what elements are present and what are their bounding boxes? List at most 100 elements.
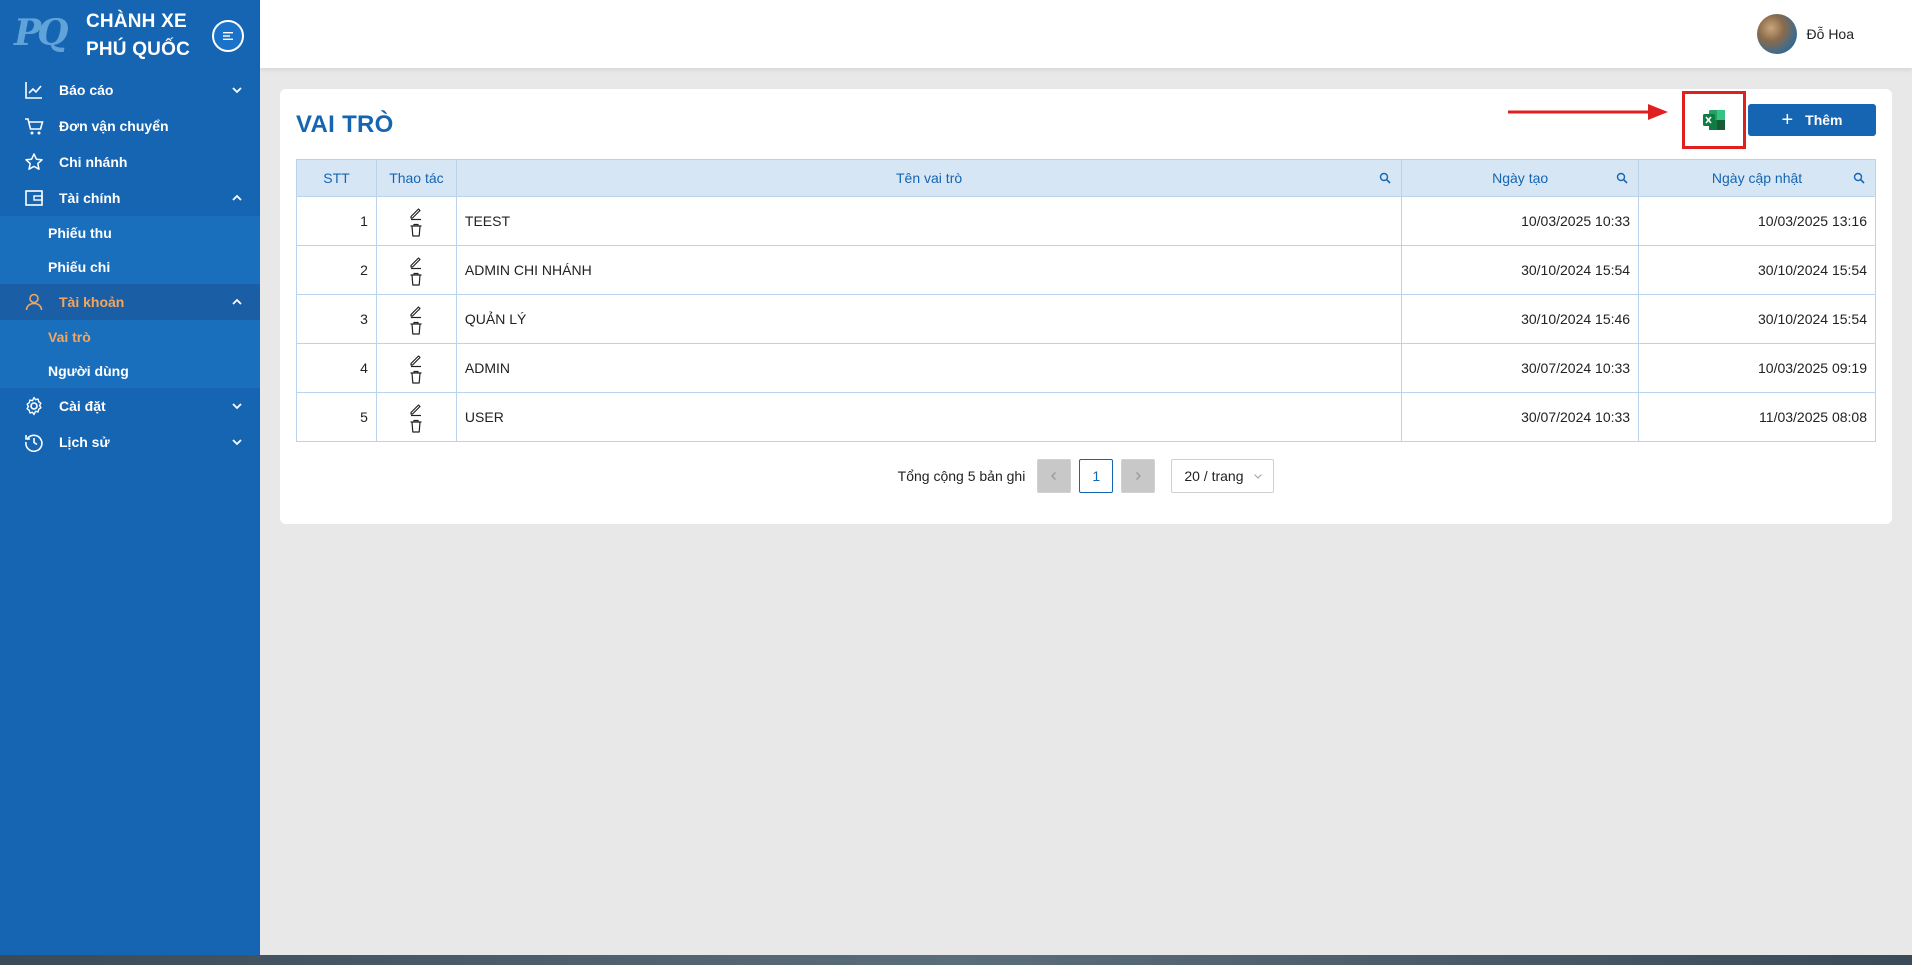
table-row: 3 QUẢN LÝ 30/10/2024 15:46 30/10/2024 15:54 [296, 294, 1876, 344]
brand-title: CHÀNH XE PHÚ QUỐC [86, 11, 190, 60]
edit-icon[interactable] [408, 254, 424, 270]
plus-icon: + [1781, 109, 1794, 131]
cell-stt: 2 [296, 245, 377, 295]
user-icon [24, 292, 44, 312]
page-size-select[interactable]: 20 / trang [1171, 459, 1275, 493]
chart-line-icon [24, 80, 44, 100]
roles-table: STT Thao tác Tên vai trò Ngày tạo Ngày c… [296, 159, 1876, 442]
excel-export-icon[interactable] [1702, 109, 1726, 131]
table-row: 1 TEEST 10/03/2025 10:33 10/03/2025 13:16 [296, 196, 1876, 246]
sidebar-item-don-van-chuyen[interactable]: Đơn vận chuyển [0, 108, 260, 144]
cell-role-name: ADMIN CHI NHÁNH [455, 245, 1403, 295]
cart-icon [24, 116, 44, 136]
cell-actions [375, 294, 457, 344]
chevron-left-icon [1051, 472, 1057, 480]
sidebar: PQ CHÀNH XE PHÚ QUỐC Báo cáo Đơn vận chu… [0, 0, 260, 955]
next-page-button[interactable] [1121, 459, 1156, 493]
top-header: Đỗ Hoa [260, 0, 1912, 68]
cell-updated: 30/10/2024 15:54 [1638, 245, 1876, 295]
sidebar-item-cai-dat[interactable]: Cài đặt [0, 388, 260, 424]
submenu-tai-khoan: Vai trò Người dùng [0, 320, 260, 388]
avatar[interactable] [1756, 14, 1797, 54]
chevron-right-icon [1136, 472, 1142, 480]
cell-role-name: USER [455, 392, 1403, 442]
col-header-stt: STT [296, 159, 377, 197]
search-icon[interactable] [1616, 172, 1628, 184]
export-excel-highlight [1682, 91, 1746, 149]
table-header-row: STT Thao tác Tên vai trò Ngày tạo Ngày c… [296, 159, 1876, 197]
sidebar-item-nguoi-dung[interactable]: Người dùng [0, 354, 260, 388]
col-header-created[interactable]: Ngày tạo [1401, 159, 1640, 197]
cell-created: 30/07/2024 10:33 [1401, 343, 1640, 393]
table-row: 4 ADMIN 30/07/2024 10:33 10/03/2025 09:19 [296, 343, 1876, 393]
cell-actions [375, 392, 457, 442]
cell-role-name: TEEST [455, 196, 1403, 246]
menu-icon [223, 32, 233, 40]
chevron-up-icon [232, 194, 242, 201]
trash-icon[interactable] [408, 222, 424, 238]
brand: PQ CHÀNH XE PHÚ QUỐC [0, 0, 260, 72]
cell-updated: 10/03/2025 13:16 [1638, 196, 1876, 246]
trash-icon[interactable] [408, 369, 424, 385]
submenu-tai-chinh: Phiếu thu Phiếu chi [0, 216, 260, 284]
sidebar-item-chi-nhanh[interactable]: Chi nhánh [0, 144, 260, 180]
chevron-up-icon [232, 298, 242, 305]
user-menu[interactable]: Đỗ Hoa [1756, 14, 1854, 54]
cell-actions [375, 245, 457, 295]
star-icon [24, 152, 44, 172]
prev-page-button[interactable] [1037, 459, 1072, 493]
wallet-icon [24, 188, 44, 208]
search-icon[interactable] [1379, 172, 1391, 184]
os-taskbar [0, 955, 1912, 965]
page-title: VAI TRÒ [296, 111, 394, 138]
edit-icon[interactable] [408, 303, 424, 319]
col-header-role-name[interactable]: Tên vai trò [455, 159, 1403, 197]
sidebar-nav: Báo cáo Đơn vận chuyển Chi nhánh Tài chí… [0, 72, 260, 460]
user-name: Đỗ Hoa [1806, 26, 1854, 42]
gear-icon [24, 396, 44, 416]
cell-updated: 30/10/2024 15:54 [1638, 294, 1876, 344]
cell-updated: 10/03/2025 09:19 [1638, 343, 1876, 393]
sidebar-item-phieu-chi[interactable]: Phiếu chi [0, 250, 260, 284]
cell-created: 10/03/2025 10:33 [1401, 196, 1640, 246]
history-icon [24, 432, 44, 452]
col-header-updated[interactable]: Ngày cập nhật [1638, 159, 1876, 197]
total-records: Tổng cộng 5 bản ghi [897, 468, 1026, 484]
main-card: VAI TRÒ + Thêm STT Thao tác Tên vai trò … [280, 89, 1892, 524]
chevron-down-icon [232, 439, 242, 446]
trash-icon[interactable] [408, 271, 424, 287]
edit-icon[interactable] [408, 352, 424, 368]
sidebar-item-tai-khoan[interactable]: Tài khoản [0, 284, 260, 320]
trash-icon[interactable] [408, 418, 424, 434]
sidebar-item-bao-cao[interactable]: Báo cáo [0, 72, 260, 108]
cell-stt: 3 [296, 294, 377, 344]
cell-updated: 11/03/2025 08:08 [1638, 392, 1876, 442]
sidebar-item-vai-tro[interactable]: Vai trò [0, 320, 260, 354]
cell-stt: 4 [296, 343, 377, 393]
sidebar-item-phieu-thu[interactable]: Phiếu thu [0, 216, 260, 250]
cell-stt: 1 [296, 196, 377, 246]
trash-icon[interactable] [408, 320, 424, 336]
cell-created: 30/10/2024 15:54 [1401, 245, 1640, 295]
menu-toggle-button[interactable] [212, 20, 244, 52]
page-1-button[interactable]: 1 [1079, 459, 1114, 493]
sidebar-item-tai-chinh[interactable]: Tài chính [0, 180, 260, 216]
table-row: 2 ADMIN CHI NHÁNH 30/10/2024 15:54 30/10/20… [296, 245, 1876, 295]
sidebar-item-lich-su[interactable]: Lịch sử [0, 424, 260, 460]
edit-icon[interactable] [408, 401, 424, 417]
annotation-arrow-icon [1508, 104, 1668, 120]
pagination: Tổng cộng 5 bản ghi 1 20 / trang [280, 459, 1892, 493]
add-button[interactable]: + Thêm [1748, 104, 1876, 136]
col-header-actions: Thao tác [375, 159, 457, 197]
table-row: 5 USER 30/07/2024 10:33 11/03/2025 08:08 [296, 392, 1876, 442]
cell-actions [375, 196, 457, 246]
cell-created: 30/10/2024 15:46 [1401, 294, 1640, 344]
cell-actions [375, 343, 457, 393]
chevron-down-icon [232, 87, 242, 94]
search-icon[interactable] [1853, 172, 1865, 184]
cell-role-name: QUẢN LÝ [455, 294, 1403, 344]
cell-stt: 5 [296, 392, 377, 442]
brand-logo[interactable]: PQ [14, 12, 70, 60]
cell-role-name: ADMIN [455, 343, 1403, 393]
edit-icon[interactable] [408, 205, 424, 221]
